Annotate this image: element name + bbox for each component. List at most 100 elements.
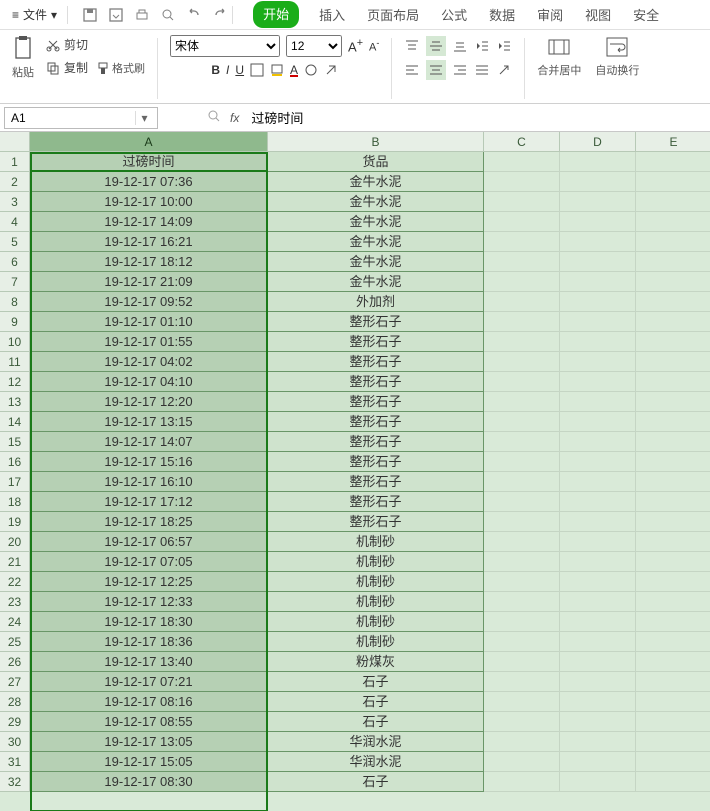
cell-E18[interactable] [636, 492, 710, 512]
cell-C9[interactable] [484, 312, 560, 332]
row-header-20[interactable]: 20 [0, 532, 30, 552]
cell-B21[interactable]: 机制砂 [268, 552, 484, 572]
cell-A9[interactable]: 19-12-17 01:10 [30, 312, 268, 332]
row-header-4[interactable]: 4 [0, 212, 30, 232]
copy-button[interactable]: 复制 [42, 57, 92, 78]
cell-B31[interactable]: 华润水泥 [268, 752, 484, 772]
align-middle-icon[interactable] [426, 36, 446, 56]
cell-C10[interactable] [484, 332, 560, 352]
cell-D13[interactable] [560, 392, 636, 412]
cell-B12[interactable]: 整形石子 [268, 372, 484, 392]
row-header-21[interactable]: 21 [0, 552, 30, 572]
merge-center-button[interactable]: 合并居中 [537, 34, 581, 78]
cell-D22[interactable] [560, 572, 636, 592]
cell-B18[interactable]: 整形石子 [268, 492, 484, 512]
cell-C11[interactable] [484, 352, 560, 372]
name-box[interactable]: ▾ [4, 107, 158, 129]
cell-D15[interactable] [560, 432, 636, 452]
font-name-select[interactable]: 宋体 [170, 35, 280, 57]
font-size-select[interactable]: 12 [286, 35, 342, 57]
cell-D27[interactable] [560, 672, 636, 692]
font-color-button[interactable]: A [290, 63, 298, 77]
cell-C23[interactable] [484, 592, 560, 612]
cell-A2[interactable]: 19-12-17 07:36 [30, 172, 268, 192]
formula-input[interactable] [247, 110, 710, 125]
increase-indent-icon[interactable] [496, 38, 512, 54]
align-center-icon[interactable] [426, 60, 446, 80]
cell-A29[interactable]: 19-12-17 08:55 [30, 712, 268, 732]
spreadsheet-grid[interactable]: ABCDE 1234567891011121314151617181920212… [0, 132, 710, 811]
row-header-24[interactable]: 24 [0, 612, 30, 632]
cell-B14[interactable]: 整形石子 [268, 412, 484, 432]
cell-A13[interactable]: 19-12-17 12:20 [30, 392, 268, 412]
cell-C31[interactable] [484, 752, 560, 772]
print-preview-icon[interactable] [160, 7, 176, 23]
cell-C18[interactable] [484, 492, 560, 512]
redo-icon[interactable] [212, 7, 228, 23]
undo-icon[interactable] [186, 7, 202, 23]
zoom-icon[interactable] [206, 108, 222, 127]
row-header-7[interactable]: 7 [0, 272, 30, 292]
cell-D29[interactable] [560, 712, 636, 732]
row-header-9[interactable]: 9 [0, 312, 30, 332]
cell-D17[interactable] [560, 472, 636, 492]
cell-E10[interactable] [636, 332, 710, 352]
tab-页面布局[interactable]: 页面布局 [365, 1, 421, 28]
cell-E28[interactable] [636, 692, 710, 712]
cell-B1[interactable]: 货品 [268, 152, 484, 172]
cell-A1[interactable]: 过磅时间 [30, 152, 268, 172]
fill-color-button[interactable] [270, 63, 284, 77]
cell-A25[interactable]: 19-12-17 18:36 [30, 632, 268, 652]
cell-E6[interactable] [636, 252, 710, 272]
cell-D32[interactable] [560, 772, 636, 792]
row-header-19[interactable]: 19 [0, 512, 30, 532]
cell-B3[interactable]: 金牛水泥 [268, 192, 484, 212]
cell-B8[interactable]: 外加剂 [268, 292, 484, 312]
cell-A15[interactable]: 19-12-17 14:07 [30, 432, 268, 452]
clear-format-button[interactable] [324, 63, 338, 77]
cell-D10[interactable] [560, 332, 636, 352]
cell-B27[interactable]: 石子 [268, 672, 484, 692]
paste-button[interactable]: 粘贴 [10, 34, 36, 80]
cell-A27[interactable]: 19-12-17 07:21 [30, 672, 268, 692]
tab-安全[interactable]: 安全 [631, 1, 661, 28]
tab-公式[interactable]: 公式 [439, 1, 469, 28]
cell-E16[interactable] [636, 452, 710, 472]
cell-D26[interactable] [560, 652, 636, 672]
column-header-C[interactable]: C [484, 132, 560, 152]
cell-E13[interactable] [636, 392, 710, 412]
cell-A21[interactable]: 19-12-17 07:05 [30, 552, 268, 572]
print-icon[interactable] [134, 7, 150, 23]
row-header-16[interactable]: 16 [0, 452, 30, 472]
cell-A16[interactable]: 19-12-17 15:16 [30, 452, 268, 472]
cell-C29[interactable] [484, 712, 560, 732]
cell-C24[interactable] [484, 612, 560, 632]
row-header-30[interactable]: 30 [0, 732, 30, 752]
cell-B23[interactable]: 机制砂 [268, 592, 484, 612]
cell-D11[interactable] [560, 352, 636, 372]
select-all-corner[interactable] [0, 132, 30, 152]
cell-C12[interactable] [484, 372, 560, 392]
column-header-D[interactable]: D [560, 132, 636, 152]
cell-A18[interactable]: 19-12-17 17:12 [30, 492, 268, 512]
file-menu-button[interactable]: ≡ 文件 ▾ [6, 4, 63, 25]
cell-D6[interactable] [560, 252, 636, 272]
cell-A17[interactable]: 19-12-17 16:10 [30, 472, 268, 492]
cell-E15[interactable] [636, 432, 710, 452]
cell-A10[interactable]: 19-12-17 01:55 [30, 332, 268, 352]
cell-A19[interactable]: 19-12-17 18:25 [30, 512, 268, 532]
save-as-icon[interactable] [108, 7, 124, 23]
cell-B30[interactable]: 华润水泥 [268, 732, 484, 752]
row-header-3[interactable]: 3 [0, 192, 30, 212]
cell-D2[interactable] [560, 172, 636, 192]
cell-B4[interactable]: 金牛水泥 [268, 212, 484, 232]
cell-D30[interactable] [560, 732, 636, 752]
tab-视图[interactable]: 视图 [583, 1, 613, 28]
cell-E4[interactable] [636, 212, 710, 232]
cell-B24[interactable]: 机制砂 [268, 612, 484, 632]
cell-A6[interactable]: 19-12-17 18:12 [30, 252, 268, 272]
cell-A31[interactable]: 19-12-17 15:05 [30, 752, 268, 772]
cell-D1[interactable] [560, 152, 636, 172]
cell-C28[interactable] [484, 692, 560, 712]
cell-B26[interactable]: 粉煤灰 [268, 652, 484, 672]
